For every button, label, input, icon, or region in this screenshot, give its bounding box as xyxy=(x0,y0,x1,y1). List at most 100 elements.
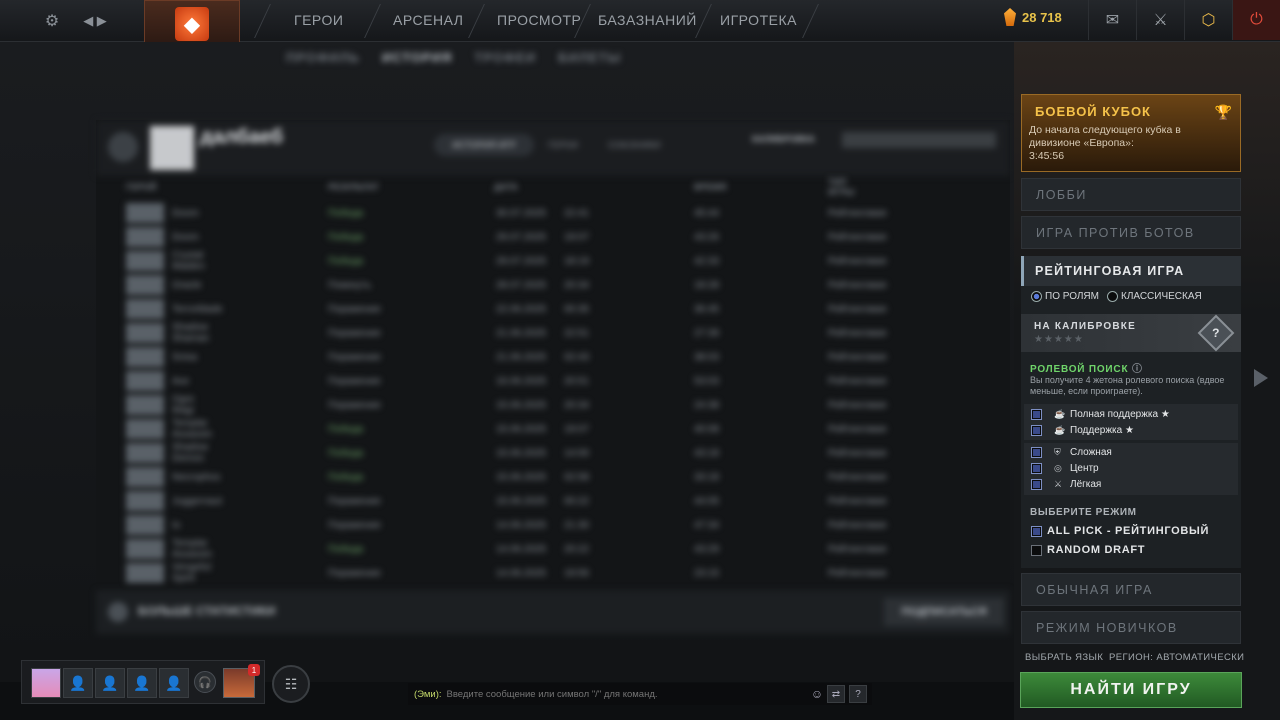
dota-logo-button[interactable]: ◆ xyxy=(144,0,240,48)
subtab-trophies[interactable]: ТРОФЕИ xyxy=(474,50,536,65)
role-offlane[interactable]: ⛨ Сложная xyxy=(1031,447,1112,458)
tab-heroes[interactable]: ГЕРОИ xyxy=(548,140,578,150)
choose-mode-title: ВЫБЕРИТЕ РЕЖИМ xyxy=(1030,507,1137,518)
nav-knowledge[interactable]: БАЗАЗНАНИЙ xyxy=(598,0,697,40)
shards-value: 28 718 xyxy=(1022,9,1062,25)
info-icon[interactable]: ⓘ xyxy=(1132,364,1143,375)
radio-classic[interactable]: КЛАССИЧЕСКАЯ xyxy=(1107,291,1202,302)
hero-portrait xyxy=(126,563,164,583)
shards-counter[interactable]: 28 718 xyxy=(1004,8,1062,26)
menu-bots[interactable]: ИГРА ПРОТИВ БОТОВ xyxy=(1021,216,1241,249)
cell-hero: Doom xyxy=(172,231,199,243)
mode-all-pick[interactable]: ALL PICK - РЕЙТИНГОВЫЙ xyxy=(1031,525,1209,537)
dota-logo-icon: ◆ xyxy=(175,7,209,41)
region-link[interactable]: РЕГИОН: АВТОМАТИЧЕСКИ xyxy=(1109,652,1244,663)
checkbox[interactable] xyxy=(1031,409,1042,420)
menu-lobby[interactable]: ЛОББИ xyxy=(1021,178,1241,211)
hero-portrait xyxy=(126,395,164,415)
hero-portrait xyxy=(126,251,164,271)
party-slot-empty-icon[interactable]: 👤 xyxy=(159,668,189,698)
menu-ranked[interactable]: РЕЙТИНГОВАЯ ИГРА xyxy=(1021,256,1241,286)
subtab-history[interactable]: ИСТОРИЯ xyxy=(382,50,453,65)
party-slot-empty-icon[interactable]: 👤 xyxy=(127,668,157,698)
nav-arsenal[interactable]: АРСЕНАЛ xyxy=(393,0,463,40)
cell-result: Поражение xyxy=(328,375,381,387)
hero-portrait xyxy=(126,371,164,391)
chat-bar: (Эми): xyxy=(408,683,872,705)
voice-headset-icon[interactable]: 🎧 xyxy=(194,671,216,693)
nav-watch[interactable]: ПРОСМОТР xyxy=(497,0,581,40)
checkbox[interactable] xyxy=(1031,425,1042,436)
checkbox[interactable] xyxy=(1031,447,1042,458)
checkbox[interactable] xyxy=(1031,544,1042,556)
cell-result: Поражение xyxy=(328,351,381,363)
help-icon[interactable]: ? xyxy=(849,685,867,703)
hero-portrait xyxy=(126,491,164,511)
back-forward-arrows-icon[interactable]: ◀ ▶ xyxy=(80,0,110,42)
subtab-profile[interactable]: ПРОФИЛЬ xyxy=(286,50,360,65)
expand-arrow-icon[interactable] xyxy=(1254,369,1268,387)
cell-result: Поражение xyxy=(328,303,381,315)
shield-icon: ⛨ xyxy=(1054,447,1061,457)
cell-time: 19:07 xyxy=(564,423,590,435)
mail-icon[interactable]: ✉ xyxy=(1088,0,1136,40)
nav-heroes[interactable]: ГЕРОИ xyxy=(294,0,343,40)
cell-duration: 42:33 xyxy=(694,255,720,267)
party-avatar[interactable] xyxy=(31,668,61,698)
col-date: ДАТА xyxy=(494,182,518,192)
cell-result: Победа xyxy=(328,255,364,267)
cell-time: 18:19 xyxy=(564,255,590,267)
profile-name: далбаеб xyxy=(200,126,283,148)
cell-duration: 40:08 xyxy=(694,423,720,435)
party-slot-empty-icon[interactable]: 👤 xyxy=(95,668,125,698)
role-safe-lane[interactable]: ⚔ Лёгкая xyxy=(1031,479,1101,490)
power-icon[interactable]: ⏻ xyxy=(1232,0,1280,40)
guild-icon[interactable]: ⚔ xyxy=(1136,0,1184,40)
role-support[interactable]: ☕ Поддержка ★ xyxy=(1031,425,1134,436)
cell-date: 21.06.2025 xyxy=(496,351,547,363)
checkbox[interactable] xyxy=(1031,525,1042,537)
mode-random-draft[interactable]: RANDOM DRAFT xyxy=(1031,544,1145,556)
hero-portrait xyxy=(126,275,164,295)
plus-icon[interactable]: ⬡ xyxy=(1184,0,1232,40)
chat-settings-icon[interactable]: ⇄ xyxy=(827,685,845,703)
find-match-button[interactable]: НАЙТИ ИГРУ xyxy=(1020,672,1242,708)
cell-time: 19:07 xyxy=(564,231,590,243)
battle-cup-card[interactable]: БОЕВОЙ КУБОК 🏆 До начала следующего кубк… xyxy=(1021,94,1241,172)
rank-medal-icon xyxy=(108,132,138,162)
cell-time: 02:43 xyxy=(564,351,590,363)
settings-gear-icon[interactable]: ⚙ xyxy=(38,0,66,42)
tab-match-history[interactable]: ИСТОРИЯ ИГР xyxy=(434,134,534,156)
cell-hero: Ogre Magi xyxy=(172,394,195,416)
cell-duration: 44:05 xyxy=(694,495,720,507)
cell-date: 15.06.2025 xyxy=(496,447,547,459)
menu-normal[interactable]: ОБЫЧНАЯ ИГРА xyxy=(1021,573,1241,606)
role-hard-support[interactable]: ☕ Полная поддержка ★ xyxy=(1031,409,1170,420)
profile-subtabs: ПРОФИЛЬ ИСТОРИЯ ТРОФЕИ БИЛЕТЫ xyxy=(286,50,621,65)
more-stats-title: БОЛЬШЕ СТАТИСТИКИ xyxy=(138,604,276,618)
cell-hero: Doom xyxy=(172,207,199,219)
cell-type: Рейтинговая xyxy=(828,543,887,555)
cell-duration: 18:28 xyxy=(694,279,720,291)
calibration-label: КАЛИБРОВКА xyxy=(752,134,815,144)
cell-hero: Snisa xyxy=(172,351,198,363)
role-mid[interactable]: ◎ Центр xyxy=(1031,463,1099,474)
menu-newbie[interactable]: РЕЖИМ НОВИЧКОВ xyxy=(1021,611,1241,644)
tab-allies[interactable]: СОЮЗНИКИ xyxy=(608,140,661,150)
cell-result: Победа xyxy=(328,471,364,483)
cell-type: Рейтинговая xyxy=(828,327,887,339)
checkbox[interactable] xyxy=(1031,463,1042,474)
subscribe-button[interactable]: ПОДПИСАТЬСЯ xyxy=(884,598,1004,626)
friends-group-icon[interactable]: ☷ xyxy=(272,665,310,703)
emoji-icon[interactable]: ☺ xyxy=(808,685,826,703)
cell-result: Победа xyxy=(328,447,364,459)
checkbox[interactable] xyxy=(1031,479,1042,490)
uncalibrated-medal-icon: ? xyxy=(1197,314,1235,352)
radio-by-roles[interactable]: ПО РОЛЯМ xyxy=(1031,291,1099,302)
subtab-tickets[interactable]: БИЛЕТЫ xyxy=(558,50,621,65)
cell-date: 16.06.2025 xyxy=(496,375,547,387)
chat-input[interactable] xyxy=(446,688,807,700)
nav-arcade[interactable]: ИГРОТЕКА xyxy=(720,0,797,40)
party-slot-empty-icon[interactable]: 👤 xyxy=(63,668,93,698)
select-language-link[interactable]: ВЫБРАТЬ ЯЗЫК xyxy=(1025,652,1103,663)
